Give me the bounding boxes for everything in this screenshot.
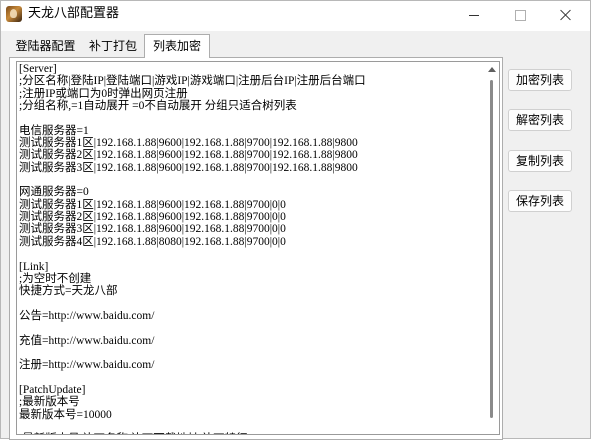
tab-patch-pack[interactable]: 补丁打包 bbox=[82, 36, 144, 57]
close-icon bbox=[560, 9, 572, 21]
app-window: 天龙八部配置器 登陆器配置 补丁打包 列表加密 [Server] ;分区名称|登… bbox=[0, 0, 591, 440]
minimize-icon bbox=[469, 14, 479, 16]
app-logo-icon bbox=[6, 6, 22, 22]
title-bar: 天龙八部配置器 bbox=[1, 1, 590, 31]
maximize-button[interactable] bbox=[497, 1, 543, 29]
server-list-text: [Server] ;分区名称|登陆IP|登陆端口|游戏IP|游戏端口|注册后台I… bbox=[19, 63, 366, 434]
scroll-up-arrow-icon[interactable] bbox=[488, 67, 496, 72]
minimize-button[interactable] bbox=[451, 1, 497, 29]
server-list-editor[interactable]: [Server] ;分区名称|登陆IP|登陆端口|游戏IP|游戏端口|注册后台I… bbox=[16, 61, 500, 435]
tab-list-encrypt[interactable]: 列表加密 bbox=[144, 34, 210, 58]
scrollbar-thumb[interactable] bbox=[490, 80, 493, 418]
window-title: 天龙八部配置器 bbox=[28, 6, 120, 21]
copy-list-button[interactable]: 复制列表 bbox=[508, 150, 572, 172]
tab-launcher-config[interactable]: 登陆器配置 bbox=[10, 36, 81, 57]
decrypt-list-button[interactable]: 解密列表 bbox=[508, 109, 572, 131]
encrypt-list-button[interactable]: 加密列表 bbox=[508, 69, 572, 91]
maximize-icon bbox=[514, 9, 526, 21]
close-button[interactable] bbox=[543, 1, 589, 29]
save-list-button[interactable]: 保存列表 bbox=[508, 190, 572, 212]
vertical-scrollbar[interactable] bbox=[485, 62, 499, 434]
